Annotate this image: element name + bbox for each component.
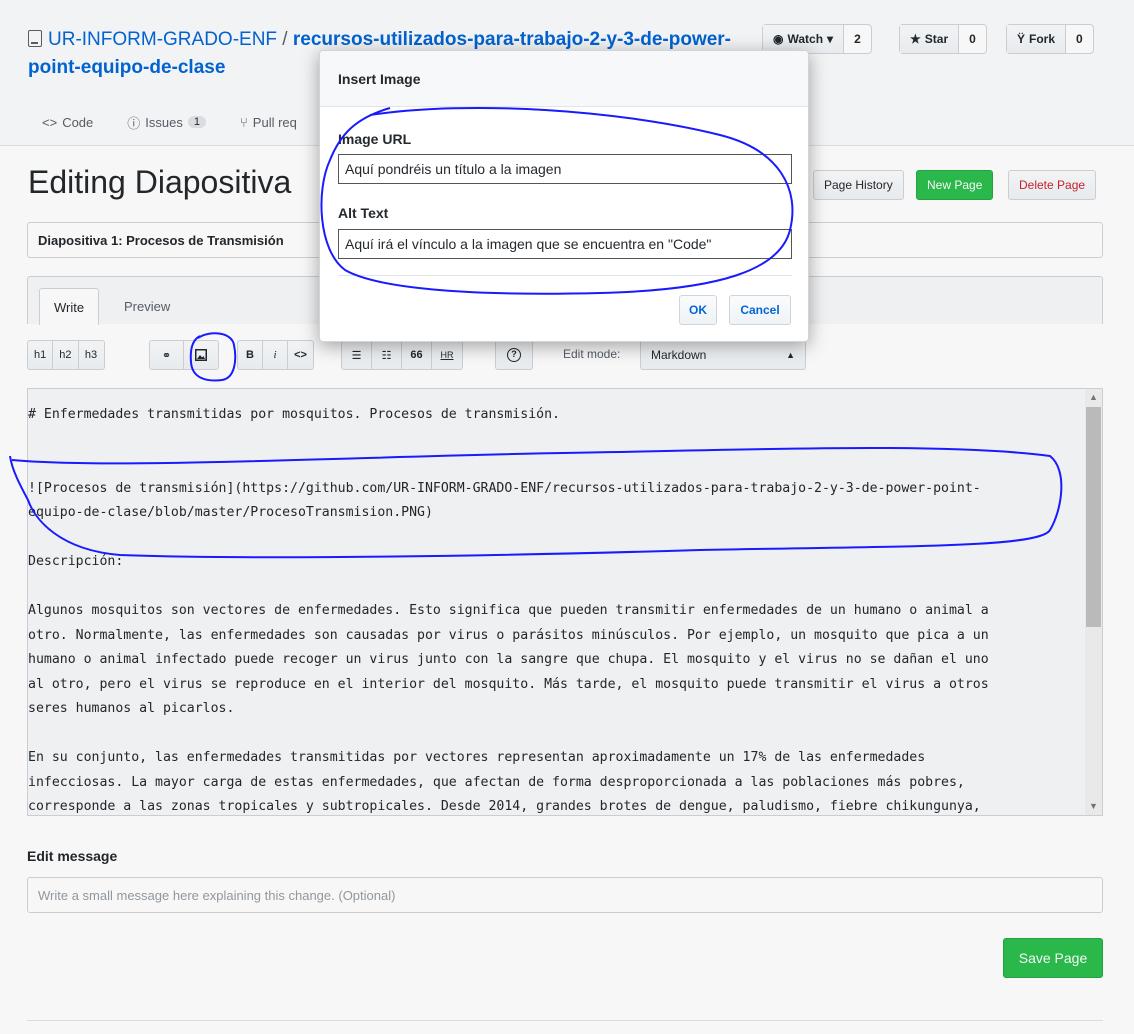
insert-image-dialog: Insert Image Image URL Aquí pondréis un … (319, 50, 809, 342)
dialog-title: Insert Image (320, 51, 808, 107)
cancel-button[interactable]: Cancel (729, 295, 791, 325)
alt-text-input[interactable]: Aquí irá el vínculo a la imagen que se e… (338, 229, 792, 259)
dialog-divider (338, 275, 792, 276)
ok-button[interactable]: OK (679, 295, 717, 325)
image-url-input[interactable]: Aquí pondréis un título a la imagen (338, 154, 792, 184)
alt-text-label: Alt Text (338, 205, 389, 221)
image-url-label: Image URL (338, 131, 412, 147)
